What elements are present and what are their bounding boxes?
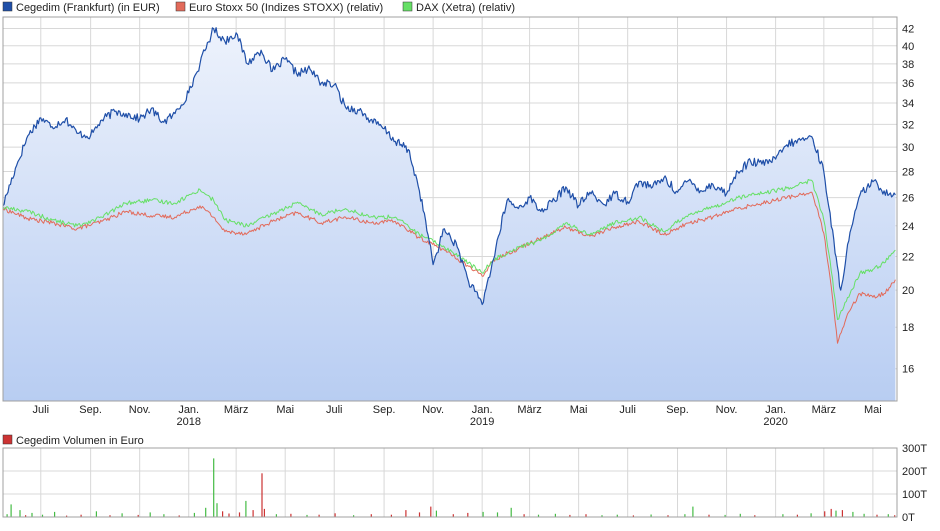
main-y-axis: 16 18 20 22 24 26 28 30 32 34 36 38 40 42 [902, 24, 914, 376]
volume-bar-38 [435, 510, 437, 517]
x-tick-label-10: März [517, 404, 541, 416]
volume-bar-2 [19, 510, 21, 517]
x-tick-label-16: März [812, 404, 836, 416]
volume-bar-55 [692, 506, 694, 517]
volume-bar-21 [228, 513, 230, 517]
volume-bar-19 [216, 503, 218, 517]
vol-y-tick-label-1: 100T [902, 489, 927, 501]
x-tick-label-17: Mai [864, 404, 882, 416]
main-x-axis: Juli Sep. Nov. Jan. März Mai Juli Sep. Nov. Jan. M… [33, 404, 882, 428]
legend-item-eurostoxx[interactable]: Euro Stoxx 50 (Indizes STOXX) (relativ) [175, 1, 383, 14]
x-year-label-2019: 2019 [470, 416, 494, 428]
x-tick-label-6: Juli [326, 404, 343, 416]
x-tick-label-12: Juli [619, 404, 636, 416]
volume-bar-11 [121, 513, 123, 517]
legend-swatch-eurostoxx [175, 1, 186, 12]
vol-y-tick-label-2: 200T [902, 466, 927, 478]
volume-bar-17 [205, 507, 207, 517]
volume-bar-26 [263, 508, 265, 517]
legend-item-dax[interactable]: DAX (Xetra) (relativ) [402, 1, 515, 14]
volume-bar-63 [824, 511, 826, 518]
chart-root: Cegedim (Frankfurt) (in EUR) Euro Stoxx … [0, 0, 940, 526]
volume-bar-13 [149, 512, 151, 517]
legend-swatch-cegedim [2, 1, 13, 12]
volume-legend: Cegedim Volumen in Euro [2, 434, 144, 447]
y-tick-label-22: 22 [902, 251, 914, 263]
volume-bar-36 [418, 512, 421, 517]
legend-swatch-volume [2, 434, 13, 445]
volume-plot-background [2, 447, 898, 518]
volume-bar-42 [496, 512, 499, 517]
y-tick-label-20: 20 [902, 285, 914, 297]
volume-bar-64 [830, 508, 832, 517]
y-tick-label-36: 36 [902, 78, 914, 90]
legend-item-volume[interactable]: Cegedim Volumen in Euro [2, 434, 144, 447]
y-tick-label-24: 24 [902, 221, 914, 233]
x-tick-label-5: Mai [276, 404, 294, 416]
volume-bar-25 [261, 473, 263, 517]
volume-y-axis: 0T 100T 200T 300T [902, 443, 927, 524]
y-tick-label-38: 38 [902, 59, 914, 71]
volume-bar-20 [222, 511, 224, 518]
legend-label-cegedim: Cegedim (Frankfurt) (in EUR) [16, 2, 160, 14]
x-tick-label-15: Jan. [765, 404, 786, 416]
volume-bar-18 [213, 458, 215, 517]
volume-bar-9 [95, 511, 97, 518]
x-year-label-2018: 2018 [176, 416, 200, 428]
legend-swatch-dax [402, 1, 413, 12]
volume-bar-16 [193, 512, 195, 517]
main-plot-area [2, 16, 898, 402]
x-tick-label-7: Sep. [373, 404, 396, 416]
volume-bar-31 [334, 513, 336, 517]
volume-bar-37 [430, 506, 432, 517]
y-tick-label-16: 16 [902, 364, 914, 376]
volume-bar-4 [31, 512, 33, 517]
volume-bar-40 [467, 512, 469, 517]
x-tick-label-1: Sep. [79, 404, 102, 416]
x-tick-label-2: Nov. [129, 404, 151, 416]
volume-bar-62 [810, 513, 812, 517]
main-legend: Cegedim (Frankfurt) (in EUR) Euro Stoxx … [2, 1, 515, 14]
volume-bar-41 [482, 511, 484, 517]
x-tick-label-14: Nov. [716, 404, 738, 416]
volume-bar-67 [852, 511, 854, 517]
volume-bar-43 [510, 507, 512, 517]
vol-y-tick-label-3: 300T [902, 443, 927, 455]
volume-bar-65 [835, 510, 837, 517]
legend-label-eurostoxx: Euro Stoxx 50 (Indizes STOXX) (relativ) [189, 2, 383, 14]
x-tick-label-3: Jan. [178, 404, 199, 416]
legend-item-cegedim[interactable]: Cegedim (Frankfurt) (in EUR) [2, 1, 160, 14]
legend-label-volume: Cegedim Volumen in Euro [16, 435, 144, 447]
y-tick-label-40: 40 [902, 41, 914, 53]
volume-bar-66 [841, 510, 843, 517]
volume-plot-area [2, 447, 898, 518]
x-tick-label-13: Sep. [666, 404, 689, 416]
volume-bar-24 [252, 510, 254, 517]
price-and-volume-chart: Cegedim (Frankfurt) (in EUR) Euro Stoxx … [2, 1, 927, 524]
volume-bar-23 [245, 500, 247, 517]
x-tick-label-4: März [224, 404, 248, 416]
y-tick-label-32: 32 [902, 119, 914, 131]
y-tick-label-26: 26 [902, 193, 914, 205]
x-tick-label-8: Nov. [422, 404, 444, 416]
vol-y-tick-label-0: 0T [902, 512, 915, 524]
x-year-label-2020: 2020 [763, 416, 787, 428]
volume-bar-6 [54, 511, 56, 517]
volume-bar-1 [10, 504, 12, 517]
volume-bar-22 [238, 512, 241, 517]
y-tick-label-34: 34 [902, 98, 914, 110]
y-tick-label-42: 42 [902, 24, 914, 36]
legend-label-dax: DAX (Xetra) (relativ) [416, 2, 515, 14]
y-tick-label-30: 30 [902, 142, 914, 154]
x-tick-label-9: Jan. [472, 404, 493, 416]
x-tick-label-0: Juli [33, 404, 50, 416]
y-tick-label-18: 18 [902, 322, 914, 334]
y-tick-label-28: 28 [902, 166, 914, 178]
x-tick-label-11: Mai [570, 404, 588, 416]
volume-bar-35 [405, 510, 407, 517]
